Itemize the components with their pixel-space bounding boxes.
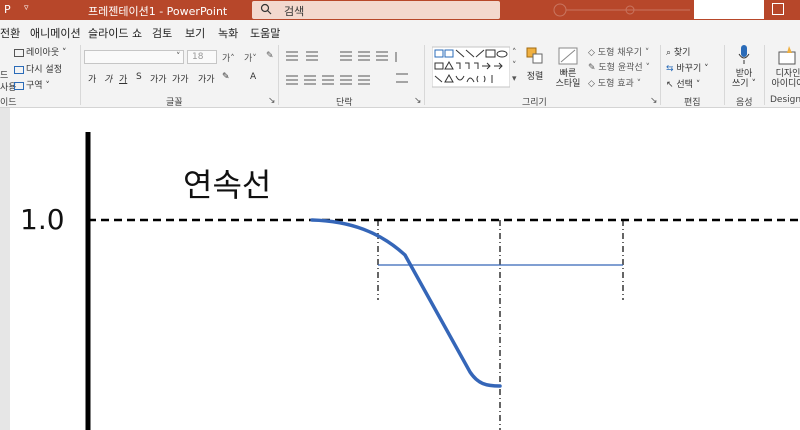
design-ideas-icon: [778, 46, 796, 65]
ribbon-display-icon[interactable]: [772, 3, 784, 15]
title-bar: P ▿ 프레젠테이션1 - PowerPoint 검색: [0, 0, 800, 20]
slides-group-label: 이드: [0, 98, 17, 108]
search-icon: [260, 3, 272, 18]
font-group-label: 글꼴: [166, 98, 183, 108]
chevron-down-icon[interactable]: ˅: [176, 52, 181, 62]
dialog-launcher-icon[interactable]: ↘: [414, 96, 422, 106]
design-ideas-label: 디자인 아이디어: [771, 69, 800, 89]
designer-group-label: Designer: [770, 95, 800, 105]
dialog-launcher-icon[interactable]: ↘: [268, 96, 276, 106]
layout-button[interactable]: 레이아웃 ˅: [14, 45, 66, 58]
continuous-curve[interactable]: [310, 218, 502, 388]
separator: [764, 45, 765, 105]
shape-fill-label: 도형 채우기 ˅: [597, 48, 650, 58]
dialog-launcher-icon[interactable]: ↘: [650, 96, 658, 106]
dictate-label: 받아 쓰기 ˅: [732, 69, 756, 89]
slide-title[interactable]: 연속선: [183, 160, 271, 206]
window-title: 프레젠테이션1 - PowerPoint: [88, 5, 228, 18]
effects-icon: ◇: [588, 79, 598, 89]
tab-slideshow[interactable]: 슬라이드 쇼: [88, 25, 142, 41]
grow-font-icon[interactable]: 가˄: [222, 51, 235, 64]
quick-styles-icon: [558, 47, 578, 65]
select-button[interactable]: ↖ 선택 ˅: [666, 77, 700, 90]
search-box[interactable]: 검색: [252, 1, 500, 19]
section-icon: [14, 81, 24, 90]
replace-button[interactable]: ⇆ 바꾸기 ˅: [666, 61, 709, 74]
quick-access-dropdown-icon[interactable]: ▿: [24, 3, 29, 13]
highlight-color-icon[interactable]: ✎: [222, 72, 230, 82]
microphone-icon: [738, 45, 750, 64]
shadow-button[interactable]: S: [136, 72, 142, 82]
find-button[interactable]: ⌕ 찾기: [666, 45, 690, 58]
gallery-more-icon[interactable]: ▾: [512, 74, 517, 84]
section-button[interactable]: 구역 ˅: [14, 78, 50, 91]
shape-outline-label: 도형 윤곽선 ˅: [598, 63, 651, 73]
decorative-pattern: [553, 3, 690, 17]
layout-icon: [14, 48, 24, 57]
pen-icon: ✎: [588, 63, 599, 73]
tab-record[interactable]: 녹화: [218, 25, 238, 41]
font-size-box[interactable]: 18: [187, 50, 217, 64]
search-placeholder: 검색: [284, 5, 305, 18]
quick-styles-button[interactable]: 빠른 스타일: [553, 46, 583, 89]
replace-icon: ⇆: [666, 64, 677, 74]
reset-button[interactable]: 다시 설정: [14, 62, 62, 75]
find-label: 찾기: [673, 48, 691, 58]
italic-button[interactable]: 가: [104, 72, 112, 85]
font-size-value: 18: [192, 52, 204, 62]
dictate-button[interactable]: 받아 쓰기 ˅: [728, 44, 760, 89]
separator: [424, 45, 425, 105]
tab-view[interactable]: 보기: [185, 25, 205, 41]
shape-outline-button[interactable]: ✎ 도형 윤곽선 ˅: [588, 60, 650, 73]
shape-effects-label: 도형 효과 ˅: [597, 79, 642, 89]
slide-drawing[interactable]: [0, 108, 800, 430]
paragraph-group-label: 단락: [336, 98, 353, 108]
replace-label: 바꾸기 ˅: [676, 64, 709, 74]
separator: [80, 45, 81, 105]
tab-animations[interactable]: 애니메이션: [30, 25, 81, 41]
section-label: 구역 ˅: [26, 81, 50, 91]
voice-group-label: 음성: [736, 98, 753, 108]
bold-button[interactable]: 가: [88, 72, 96, 85]
editing-group-label: 편집: [684, 98, 701, 108]
arrange-button[interactable]: 정렬: [524, 46, 546, 82]
font-color-button[interactable]: A: [250, 72, 256, 82]
shape-fill-button[interactable]: ◇ 도형 채우기 ˅: [588, 45, 649, 58]
y-tick-label[interactable]: 1.0: [20, 203, 65, 236]
strikethrough-button[interactable]: 가가: [150, 72, 167, 85]
shape-gallery[interactable]: [432, 46, 510, 88]
layout-label: 레이아웃 ˅: [26, 48, 67, 58]
tab-review[interactable]: 검토: [152, 25, 172, 41]
gallery-scroll-down-icon[interactable]: ˅: [512, 61, 517, 71]
paragraph-icons[interactable]: [284, 48, 424, 88]
arrange-label: 정렬: [526, 72, 544, 82]
drawing-group-label: 그리기: [522, 98, 547, 108]
shrink-font-icon[interactable]: 가˅: [244, 51, 257, 64]
reset-label: 다시 설정: [26, 65, 62, 75]
arrange-icon: [526, 47, 543, 64]
clear-format-icon[interactable]: ✎: [266, 51, 274, 61]
select-icon: ↖: [666, 80, 677, 90]
tab-help[interactable]: 도움말: [250, 25, 280, 41]
tab-transitions[interactable]: 전환: [0, 25, 20, 41]
reset-icon: [14, 65, 24, 74]
paint-bucket-icon: ◇: [588, 48, 598, 58]
separator: [278, 45, 279, 105]
separator: [724, 45, 725, 105]
shape-effects-button[interactable]: ◇ 도형 효과 ˅: [588, 76, 641, 89]
ribbon: 드 사용 레이아웃 ˅ 다시 설정 구역 ˅ 이드 ˅ 18 가˄ 가˅ ✎ 가…: [0, 42, 800, 108]
design-ideas-button[interactable]: 디자인 아이디어: [768, 44, 800, 89]
separator: [660, 45, 661, 105]
gallery-scroll-up-icon[interactable]: ˄: [512, 48, 517, 58]
app-icon[interactable]: P: [4, 3, 11, 16]
ribbon-tabs: 전환 애니메이션 슬라이드 쇼 검토 보기 녹화 도움말: [0, 20, 800, 42]
select-label: 선택 ˅: [676, 80, 701, 90]
quick-styles-label: 빠른 스타일: [555, 69, 581, 89]
underline-button[interactable]: 가: [119, 72, 127, 85]
find-icon: ⌕: [666, 48, 674, 58]
spacing-button[interactable]: 가가: [172, 72, 189, 85]
account-area[interactable]: [694, 0, 764, 19]
font-name-box[interactable]: [84, 50, 184, 64]
change-case-button[interactable]: 가가: [198, 72, 215, 85]
